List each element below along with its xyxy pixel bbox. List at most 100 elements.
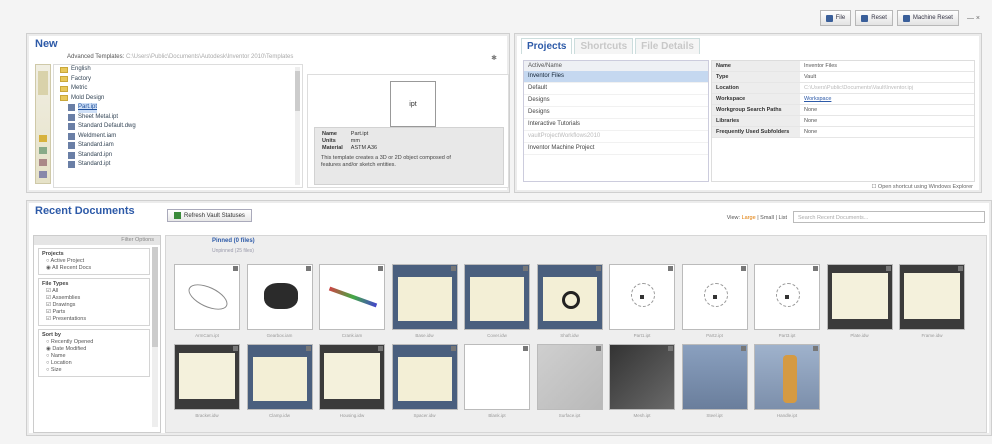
filter-option[interactable]: ○ Active Project <box>42 258 146 265</box>
tree-item[interactable]: Standard Default.dwg <box>54 122 302 132</box>
pinned-header[interactable]: Pinned (0 files) <box>212 238 255 244</box>
machine-reset-button[interactable]: Machine Reset <box>896 10 959 26</box>
recent-document-thumbnail[interactable]: Handle.ipt <box>754 344 820 418</box>
filter-option[interactable]: ☑ Drawings <box>42 302 146 309</box>
recent-search-input[interactable]: Search Recent Documents... <box>793 211 985 223</box>
folder-icon[interactable] <box>39 135 47 142</box>
pin-icon[interactable] <box>740 266 746 271</box>
pin-icon[interactable]: ✱ <box>491 54 497 62</box>
pin-icon[interactable] <box>523 266 528 271</box>
view-list-link[interactable]: List <box>778 215 787 221</box>
sidebar-tab[interactable] <box>38 71 48 95</box>
recent-document-thumbnail[interactable]: Shaft.idw <box>536 264 603 338</box>
thumbnail-caption: Bracket.idw <box>195 413 219 418</box>
pin-icon[interactable] <box>378 346 383 351</box>
pin-icon[interactable] <box>233 346 238 351</box>
recent-document-thumbnail[interactable]: Blank.ipt <box>464 344 530 418</box>
project-item[interactable]: Designs <box>524 95 708 107</box>
pin-icon[interactable] <box>450 266 456 271</box>
project-prop-value[interactable]: Workspace <box>800 94 974 104</box>
refresh-icon <box>174 212 181 219</box>
tab-file-details[interactable]: File Details <box>635 38 700 54</box>
recent-document-thumbnail[interactable]: Crank.iam <box>319 264 385 338</box>
recent-document-thumbnail[interactable]: Gearbox.iam <box>246 264 313 338</box>
filter-option[interactable]: ☑ Assemblies <box>42 295 146 302</box>
pin-icon[interactable] <box>668 346 673 351</box>
template-sidebar[interactable] <box>35 64 51 184</box>
project-item[interactable]: Interactive Tutorials <box>524 119 708 131</box>
filter-header[interactable]: Filter Options <box>34 236 160 245</box>
recent-document-thumbnail[interactable]: Base.idw <box>391 264 458 338</box>
tree-item[interactable]: Part.ipt <box>54 103 302 113</box>
pin-icon[interactable] <box>958 266 963 271</box>
file-button[interactable]: File <box>819 10 852 26</box>
recent-document-thumbnail[interactable]: Part2.ipt <box>681 264 748 338</box>
recent-document-thumbnail[interactable]: Cover.idw <box>464 264 530 338</box>
tab-shortcuts[interactable]: Shortcuts <box>574 38 634 54</box>
filter-option[interactable]: ○ Location <box>42 360 146 367</box>
pin-icon[interactable] <box>450 346 456 351</box>
recent-document-thumbnail[interactable]: Clamp.idw <box>246 344 313 418</box>
recent-document-thumbnail[interactable]: Steel.ipt <box>681 344 748 418</box>
recent-document-thumbnail[interactable]: Spacer.idw <box>391 344 458 418</box>
tree-item[interactable]: Weldment.iam <box>54 132 302 142</box>
tool-icon[interactable] <box>39 171 47 178</box>
tool-icon[interactable] <box>39 159 47 166</box>
filter-option[interactable]: ○ Name <box>42 353 146 360</box>
refresh-vault-button[interactable]: Refresh Vault Statuses <box>167 209 252 222</box>
pin-icon[interactable] <box>378 266 383 271</box>
pin-icon[interactable] <box>305 346 311 351</box>
pin-icon[interactable] <box>740 346 746 351</box>
filter-option[interactable]: ☑ Presentations <box>42 316 146 323</box>
tree-item[interactable]: Standard.ipt <box>54 160 302 170</box>
recent-document-thumbnail[interactable]: Mesh.ipt <box>609 344 675 418</box>
tree-item[interactable]: Metric <box>54 84 302 94</box>
tree-item[interactable]: Sheet Metal.ipt <box>54 113 302 123</box>
recent-document-thumbnail[interactable]: Part1.ipt <box>609 264 675 338</box>
project-item[interactable]: Designs <box>524 107 708 119</box>
tree-item[interactable]: Factory <box>54 75 302 85</box>
filter-option[interactable]: ☑ Parts <box>42 309 146 316</box>
pin-icon[interactable] <box>813 266 818 271</box>
filter-option[interactable]: ◉ Date Modified <box>42 346 146 353</box>
window-controls[interactable]: — × <box>967 15 980 22</box>
filter-option[interactable]: ○ Size <box>42 367 146 374</box>
recent-document-thumbnail[interactable]: Part3.ipt <box>754 264 820 338</box>
project-item[interactable]: vaultProjectWorkflows2010 <box>524 131 708 143</box>
unpinned-header[interactable]: Unpinned (25 files) <box>212 248 254 254</box>
tree-item[interactable]: Mold Design <box>54 94 302 104</box>
pin-icon[interactable] <box>595 346 601 351</box>
project-item[interactable]: Default <box>524 83 708 95</box>
recent-document-thumbnail[interactable]: ArmCam.ipt <box>174 264 240 338</box>
view-large-link[interactable]: Large <box>742 215 756 221</box>
pin-icon[interactable] <box>305 266 311 271</box>
project-list[interactable]: Active/Name Inventor Files Default Designs… <box>523 60 709 182</box>
pin-icon[interactable] <box>668 266 673 271</box>
view-small-link[interactable]: Small <box>760 215 774 221</box>
filter-scrollbar[interactable] <box>152 247 158 427</box>
recent-document-thumbnail[interactable]: Bracket.idw <box>174 344 240 418</box>
tool-icon[interactable] <box>39 147 47 154</box>
pin-icon[interactable] <box>233 266 238 271</box>
pin-icon[interactable] <box>595 266 601 271</box>
pin-icon[interactable] <box>813 346 818 351</box>
recent-document-thumbnail[interactable]: Frame.idw <box>899 264 965 338</box>
tree-scrollbar[interactable] <box>295 67 300 185</box>
recent-document-thumbnail[interactable]: Surface.ipt <box>536 344 603 418</box>
tree-item[interactable]: Standard.iam <box>54 141 302 151</box>
tree-item[interactable]: English <box>54 65 302 75</box>
filter-option[interactable]: ○ Recently Opened <box>42 339 146 346</box>
reset-button[interactable]: Reset <box>855 10 893 26</box>
pin-icon[interactable] <box>885 266 891 271</box>
template-tree[interactable]: English Factory Metric Mold Design Part.ipt S… <box>53 64 303 188</box>
recent-document-thumbnail[interactable]: Plate.idw <box>826 264 893 338</box>
recent-document-thumbnail[interactable]: Housing.idw <box>319 344 385 418</box>
project-item[interactable]: Inventor Files <box>524 71 708 83</box>
explorer-checkbox[interactable]: ☐ Open shortcut using Windows Explorer <box>871 184 973 190</box>
pin-icon[interactable] <box>523 346 528 351</box>
filter-option[interactable]: ◉ All Recent Docs <box>42 265 146 272</box>
tree-item[interactable]: Standard.ipn <box>54 151 302 161</box>
tab-projects[interactable]: Projects <box>521 38 573 54</box>
project-item[interactable]: Inventor Machine Project <box>524 143 708 155</box>
filter-option[interactable]: ☑ All <box>42 288 146 295</box>
